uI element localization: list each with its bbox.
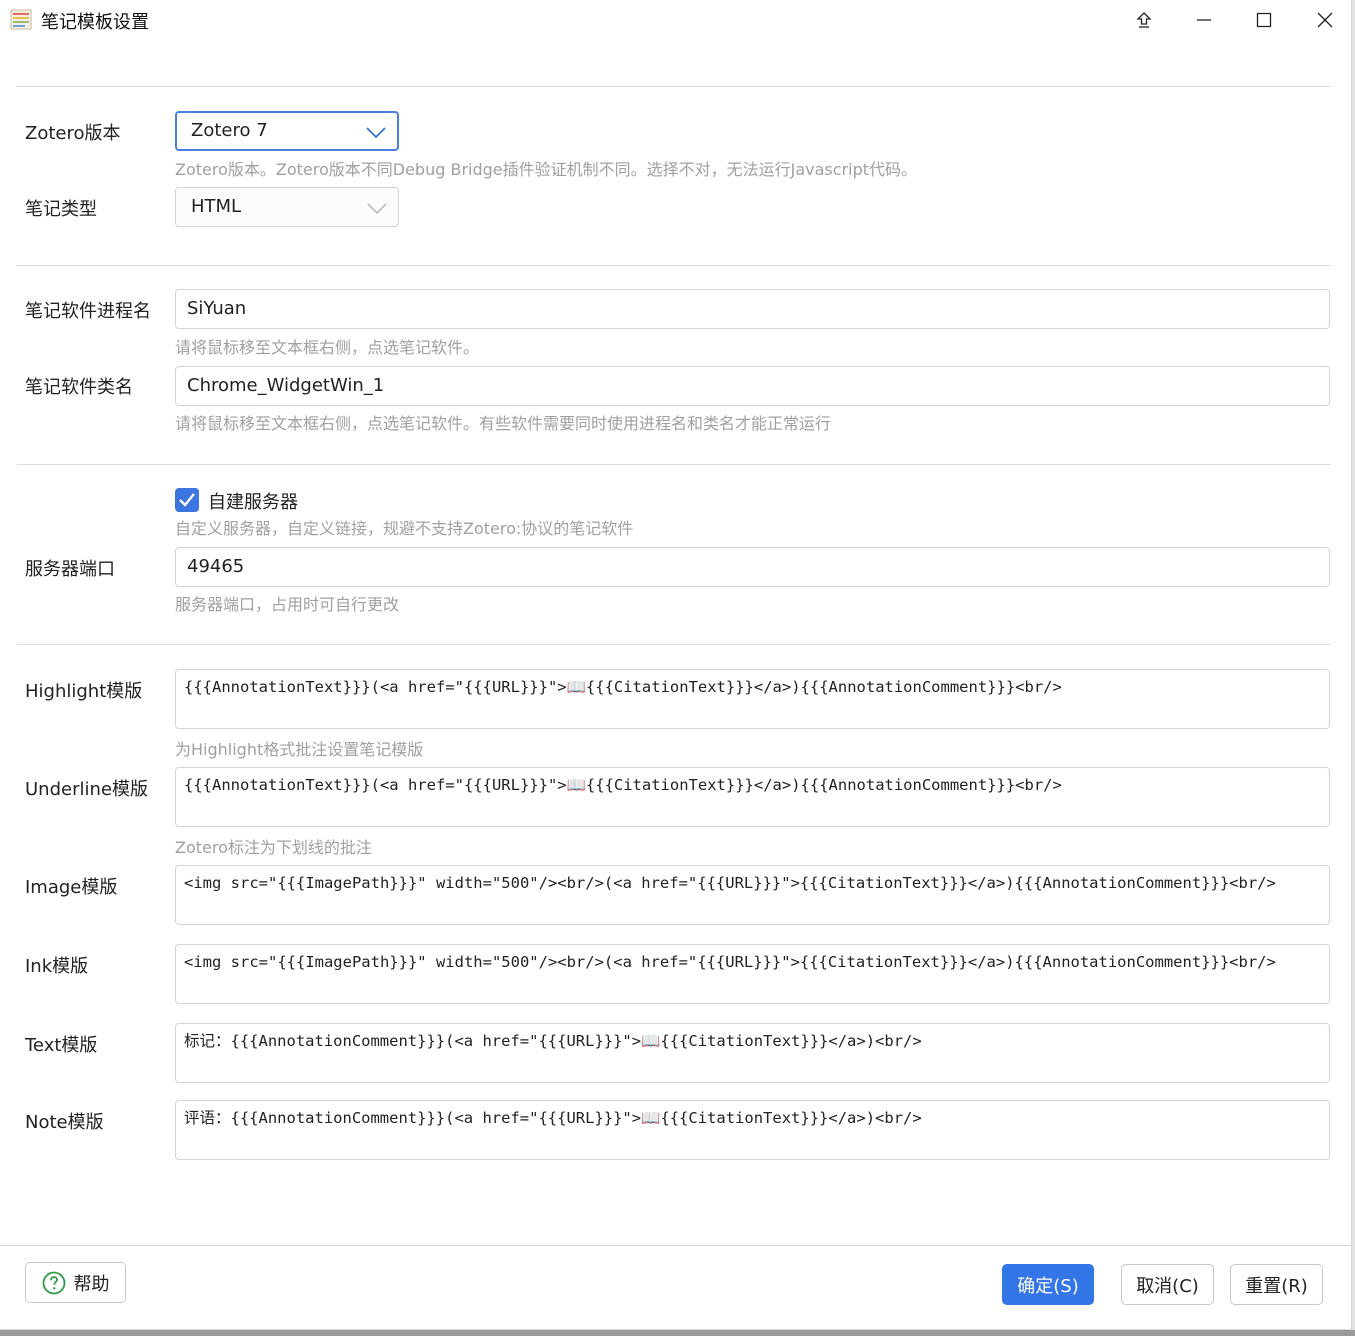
help-button-label: 帮助 bbox=[73, 1273, 110, 1295]
minimize-button[interactable] bbox=[1175, 0, 1233, 40]
highlight-template-label: Highlight模版 bbox=[25, 681, 143, 702]
highlight-template-input[interactable]: {{{AnnotationText}}}(<a href="{{{URL}}}"… bbox=[175, 669, 1330, 729]
self-server-hint: 自定义服务器，自定义链接，规避不支持Zotero:协议的笔记软件 bbox=[175, 519, 634, 538]
notepad-icon bbox=[10, 9, 32, 30]
underline-template-hint: Zotero标注为下划线的批注 bbox=[175, 838, 372, 857]
self-server-checkbox[interactable] bbox=[175, 488, 199, 512]
note-type-value: HTML bbox=[191, 196, 242, 217]
chevron-down-icon bbox=[366, 127, 386, 139]
reset-button[interactable]: 重置(R) bbox=[1230, 1264, 1323, 1305]
image-template-label: Image模版 bbox=[25, 877, 118, 898]
pin-button[interactable] bbox=[1115, 0, 1173, 40]
process-name-value: SiYuan bbox=[187, 298, 247, 319]
image-template-input[interactable]: <img src="{{{ImagePath}}}" width="500"/>… bbox=[175, 865, 1330, 925]
class-name-hint: 请将鼠标移至文本框右侧，点选笔记软件。有些软件需要同时使用进程名和类名才能正常运… bbox=[175, 414, 832, 433]
window-title: 笔记模板设置 bbox=[41, 12, 149, 33]
checkmark-icon bbox=[179, 493, 195, 507]
process-name-hint: 请将鼠标移至文本框右侧，点选笔记软件。 bbox=[175, 338, 480, 357]
underline-template-value: {{{AnnotationText}}}(<a href="{{{URL}}}"… bbox=[184, 776, 1062, 794]
note-template-value: 评语：{{{AnnotationComment}}}(<a href="{{{U… bbox=[184, 1109, 922, 1127]
cancel-button[interactable]: 取消(C) bbox=[1121, 1264, 1214, 1305]
server-port-input[interactable]: 49465 bbox=[175, 547, 1330, 587]
close-icon bbox=[1317, 12, 1333, 28]
process-name-label: 笔记软件进程名 bbox=[25, 301, 151, 322]
maximize-icon bbox=[1256, 12, 1272, 28]
ok-button[interactable]: 确定(S) bbox=[1002, 1264, 1094, 1305]
zotero-version-select[interactable]: Zotero 7 bbox=[175, 111, 399, 151]
highlight-template-value: {{{AnnotationText}}}(<a href="{{{URL}}}"… bbox=[184, 678, 1062, 696]
divider bbox=[17, 464, 1331, 465]
footer-divider bbox=[0, 1245, 1352, 1246]
server-port-label: 服务器端口 bbox=[25, 559, 115, 580]
text-template-value: 标记：{{{AnnotationComment}}}(<a href="{{{U… bbox=[184, 1032, 922, 1050]
class-name-input[interactable]: Chrome_WidgetWin_1 bbox=[175, 366, 1330, 406]
background-edge bbox=[0, 1330, 1355, 1336]
note-template-input[interactable]: 评语：{{{AnnotationComment}}}(<a href="{{{U… bbox=[175, 1100, 1330, 1160]
close-button[interactable] bbox=[1296, 0, 1354, 40]
divider bbox=[17, 265, 1331, 266]
zotero-version-hint: Zotero版本。Zotero版本不同Debug Bridge插件验证机制不同。… bbox=[175, 160, 918, 179]
divider bbox=[17, 86, 1331, 87]
zotero-version-value: Zotero 7 bbox=[191, 120, 268, 141]
maximize-button[interactable] bbox=[1235, 0, 1293, 40]
process-name-input[interactable]: SiYuan bbox=[175, 289, 1330, 329]
pin-icon bbox=[1136, 12, 1152, 28]
ink-template-input[interactable]: <img src="{{{ImagePath}}}" width="500"/>… bbox=[175, 944, 1330, 1004]
text-template-label: Text模版 bbox=[25, 1035, 98, 1056]
note-type-select[interactable]: HTML bbox=[175, 187, 399, 227]
underline-template-label: Underline模版 bbox=[25, 779, 148, 800]
image-template-value: <img src="{{{ImagePath}}}" width="500"/>… bbox=[184, 874, 1276, 892]
chevron-down-icon bbox=[367, 203, 387, 215]
help-icon bbox=[42, 1271, 65, 1294]
dialog-window: 笔记模板设置 Zotero版本 Zotero 7 Zotero版本。Zotero… bbox=[0, 0, 1352, 1330]
note-template-label: Note模版 bbox=[25, 1112, 104, 1133]
class-name-label: 笔记软件类名 bbox=[25, 377, 133, 398]
underline-template-input[interactable]: {{{AnnotationText}}}(<a href="{{{URL}}}"… bbox=[175, 767, 1330, 827]
note-type-label: 笔记类型 bbox=[25, 199, 97, 220]
minimize-icon bbox=[1197, 19, 1211, 21]
title-bar: 笔记模板设置 bbox=[0, 0, 1352, 40]
zotero-version-label: Zotero版本 bbox=[25, 123, 121, 144]
self-server-label[interactable]: 自建服务器 bbox=[208, 488, 298, 514]
server-port-value: 49465 bbox=[187, 556, 245, 577]
class-name-value: Chrome_WidgetWin_1 bbox=[187, 375, 385, 396]
divider bbox=[17, 644, 1331, 645]
ink-template-value: <img src="{{{ImagePath}}}" width="500"/>… bbox=[184, 953, 1276, 971]
ink-template-label: Ink模版 bbox=[25, 956, 89, 977]
help-button[interactable]: 帮助 bbox=[25, 1262, 126, 1303]
text-template-input[interactable]: 标记：{{{AnnotationComment}}}(<a href="{{{U… bbox=[175, 1023, 1330, 1083]
server-port-hint: 服务器端口，占用时可自行更改 bbox=[175, 595, 400, 614]
highlight-template-hint: 为Highlight格式批注设置笔记模版 bbox=[175, 740, 424, 759]
